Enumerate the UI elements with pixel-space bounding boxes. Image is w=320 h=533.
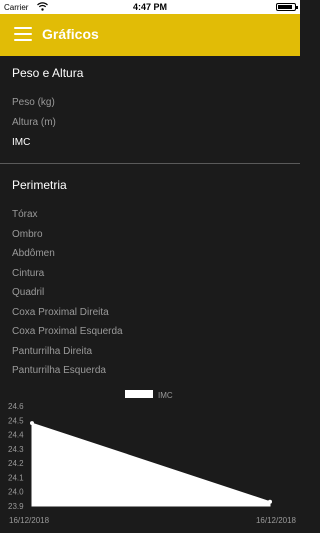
status-time: 4:47 PM [132, 2, 167, 12]
list-item-torax[interactable]: Tórax [12, 209, 38, 220]
battery-icon [276, 3, 298, 11]
list-item-quadril[interactable]: Quadril [12, 287, 44, 298]
x-tick-label-0: 16/12/2018 [9, 516, 50, 525]
imc-chart: IMC 23.9 24.0 24.1 24.2 24.3 24.4 24.5 24.6 16/12… [8, 390, 297, 525]
legend-swatch [125, 390, 153, 398]
y-tick-label-2: 24.1 [8, 473, 24, 482]
y-tick-label-4: 24.3 [8, 445, 24, 454]
y-tick-label-5: 24.4 [8, 431, 24, 440]
data-point-0-0 [30, 421, 34, 426]
list-item-cintura[interactable]: Cintura [12, 268, 44, 279]
list-item-ombro[interactable]: Ombro [12, 229, 43, 240]
list-item-panturrilha-esquerda[interactable]: Panturrilha Esquerda [12, 365, 106, 376]
page-title: Gráficos [42, 26, 99, 42]
data-point-0-1 [268, 499, 272, 504]
status-bar: Carrier 4:47 PM [0, 0, 300, 14]
list-item-abdomen[interactable]: Abdômen [12, 248, 55, 259]
list-item-coxa-proximal-esquerda[interactable]: Coxa Proximal Esquerda [12, 326, 123, 337]
hamburger-menu-icon[interactable] [14, 27, 32, 41]
list-item-altura[interactable]: Altura (m) [12, 117, 56, 128]
y-tick-label-3: 24.2 [8, 459, 24, 468]
y-tick-label-6: 24.5 [8, 416, 24, 425]
section-title-perimetria: Perimetria [12, 178, 67, 192]
list-item-panturrilha-direita[interactable]: Panturrilha Direita [12, 346, 92, 357]
section-divider [0, 163, 300, 164]
list-item-peso[interactable]: Peso (kg) [12, 97, 55, 108]
y-tick-label-7: 24.6 [8, 402, 24, 411]
y-tick-label-0: 23.9 [8, 502, 24, 511]
list-item-imc[interactable]: IMC [12, 137, 30, 148]
app-bar: Gráficos [0, 14, 300, 56]
legend-label: IMC [158, 391, 173, 400]
list-item-coxa-proximal-direita[interactable]: Coxa Proximal Direita [12, 307, 109, 318]
y-tick-label-1: 24.0 [8, 488, 24, 497]
x-tick-label-1: 16/12/2018 [256, 516, 297, 525]
series-area-0 [31, 422, 271, 507]
section-title-peso-altura: Peso e Altura [12, 66, 84, 80]
